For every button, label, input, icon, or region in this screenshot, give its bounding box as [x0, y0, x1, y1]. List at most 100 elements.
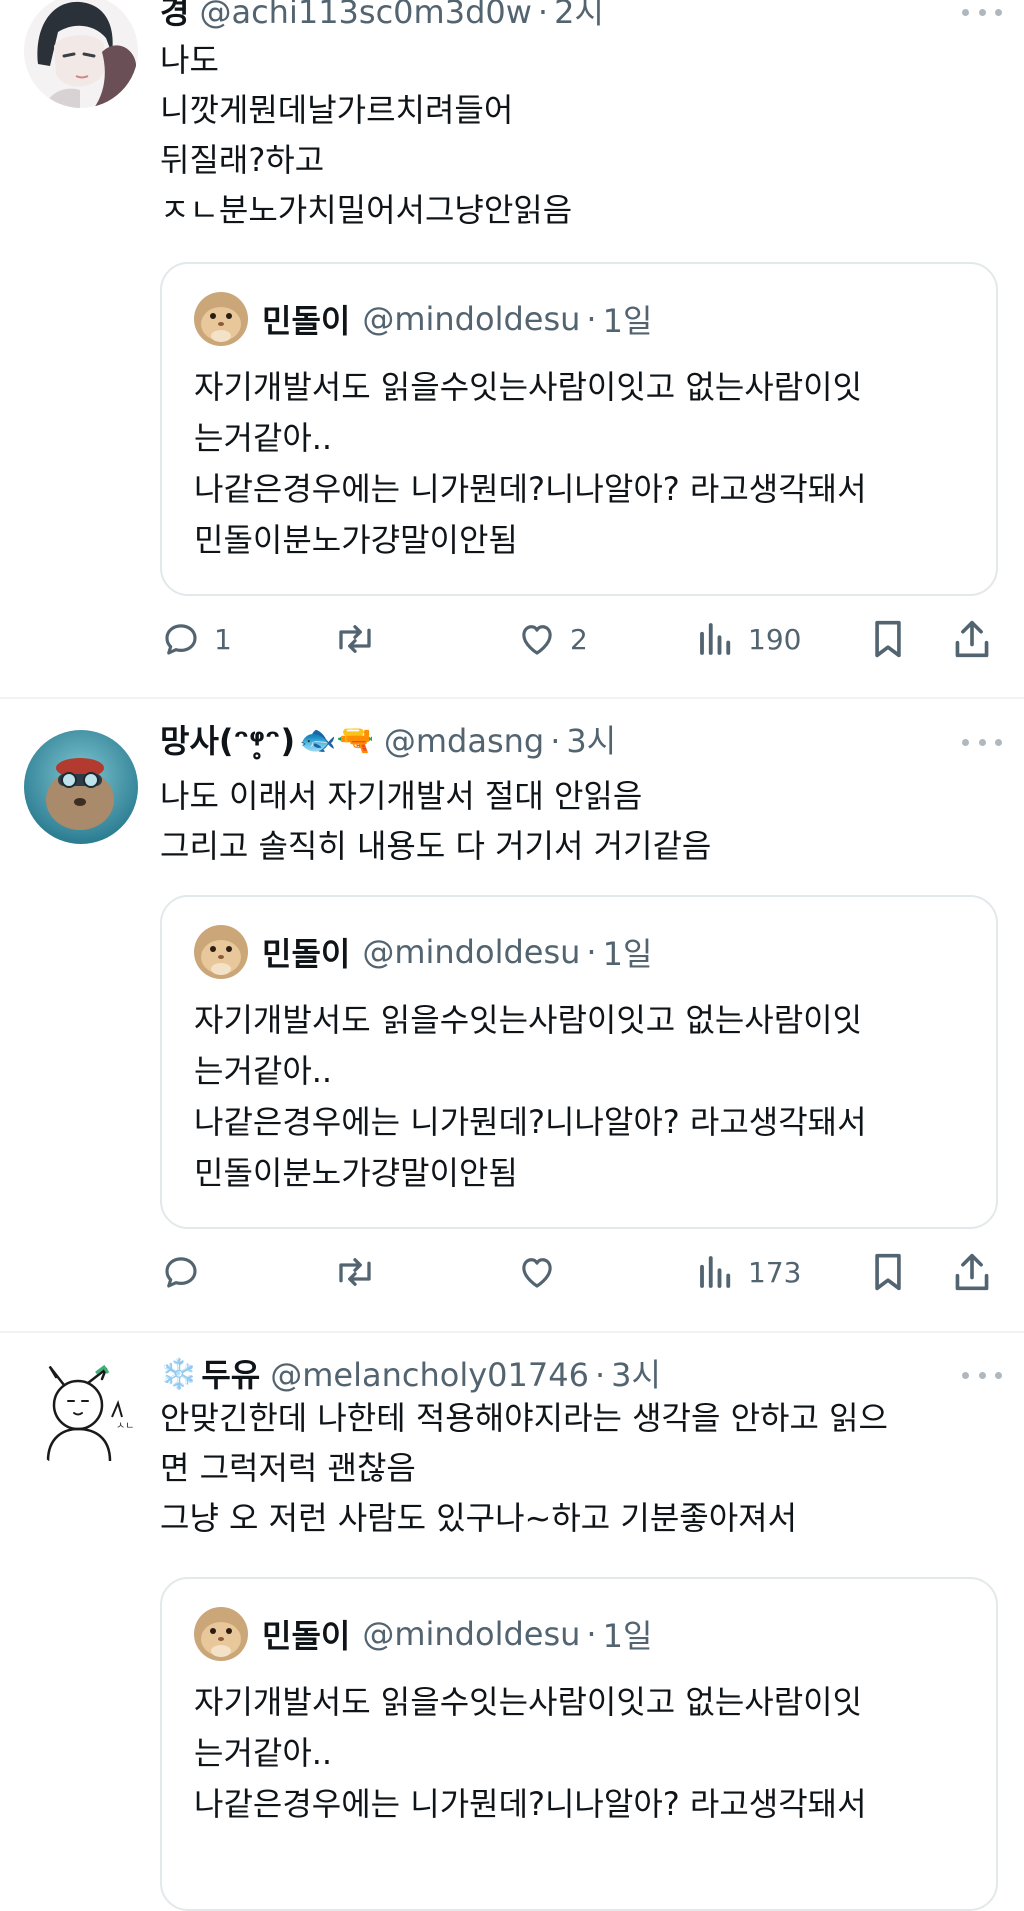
- share-icon: [955, 1253, 989, 1291]
- post-text-line: 그리고 솔직히 내용도 다 거기서 거기같음: [160, 827, 712, 865]
- post-text-line: ㅈㄴ분노가치밀어서그냥안읽음: [160, 191, 573, 229]
- hamster-avatar-image: [194, 292, 248, 346]
- quoted-post-header: 민돌이 @mindoldesu · 1일: [194, 292, 652, 346]
- bookmark-icon: [875, 1253, 901, 1291]
- quoted-text-line: 민돌이분노가걍말이안됨: [194, 1154, 518, 1192]
- action-bar: 1 2 190: [160, 614, 1000, 664]
- separator-dot: ·: [586, 1615, 597, 1653]
- author-name[interactable]: 경: [160, 0, 189, 34]
- post-text: 안맞긴한데 나한테 적용해야지라는 생각을 안하고 읽으 면 그럭저럭 괜찮음 …: [160, 1393, 1000, 1543]
- avatar[interactable]: ㅅㄴ: [24, 1357, 138, 1471]
- quoted-text-line: 는거같아..: [194, 1052, 333, 1090]
- share-button[interactable]: [952, 614, 992, 664]
- quoted-time[interactable]: 1일: [603, 296, 653, 342]
- views-icon: [700, 623, 731, 655]
- quoted-text-line: 자기개발서도 읽을수잇는사람이잇고 없는사람이잇: [194, 1683, 863, 1721]
- separator-dot: ·: [586, 300, 597, 338]
- separator-dot: ·: [550, 722, 561, 760]
- more-icon[interactable]: [962, 4, 1002, 20]
- author-name[interactable]: 두유: [201, 1353, 260, 1397]
- reply-button[interactable]: [160, 1247, 202, 1297]
- hamster-avatar-image: [194, 1607, 248, 1661]
- quoted-time[interactable]: 1일: [603, 929, 653, 975]
- like-count: 2: [570, 622, 588, 656]
- avatar[interactable]: [24, 0, 138, 108]
- post-text-line: 니깟게뭔데날가르치려들어: [160, 91, 514, 129]
- quoted-post-header: 민돌이 @mindoldesu · 1일: [194, 925, 652, 979]
- quoted-author-name[interactable]: 민돌이: [262, 296, 350, 342]
- views-button[interactable]: 190: [696, 614, 801, 664]
- more-icon[interactable]: [962, 734, 1002, 750]
- bookmark-icon: [875, 620, 901, 658]
- author-handle[interactable]: @melancholy01746: [270, 1353, 589, 1397]
- views-count: 173: [748, 1255, 802, 1289]
- quoted-text-line: 자기개발서도 읽을수잇는사람이잇고 없는사람이잇: [194, 1001, 863, 1039]
- quoted-avatar: [194, 1607, 248, 1661]
- author-handle[interactable]: @mdasng: [384, 719, 544, 763]
- post-text-line: 뒤질래?하고: [160, 141, 325, 179]
- quoted-post[interactable]: 민돌이 @mindoldesu · 1일 자기개발서도 읽을수잇는사람이잇고 없…: [160, 1577, 998, 1911]
- reply-count: 1: [214, 622, 232, 656]
- quoted-text-line: 나같은경우에는 니가뭔데?니나알아? 라고생각돼서: [194, 1103, 867, 1141]
- post-text: 나도 이래서 자기개발서 절대 안읽음 그리고 솔직히 내용도 다 거기서 거기…: [160, 771, 1000, 871]
- post-text-line: 나도: [160, 41, 219, 79]
- post-text-line: 그냥 오 저런 사람도 있구나~하고 기분좋아져서: [160, 1499, 798, 1537]
- post-header: 망사(ᵔᵠ̥ᵔ) 🐟🔫 @mdasng · 3시: [160, 719, 964, 763]
- quoted-author-handle[interactable]: @mindoldesu: [362, 1615, 580, 1653]
- share-button[interactable]: [952, 1247, 992, 1297]
- quoted-text: 자기개발서도 읽을수잇는사람이잇고 없는사람이잇 는거같아.. 나같은경우에는 …: [194, 995, 972, 1199]
- quoted-author-handle[interactable]: @mindoldesu: [362, 300, 580, 338]
- post-time[interactable]: 3시: [611, 1353, 661, 1397]
- quoted-post-header: 민돌이 @mindoldesu · 1일: [194, 1607, 652, 1661]
- avatar-anime-boy-image: [24, 0, 138, 108]
- bookmark-button[interactable]: [868, 1247, 908, 1297]
- quoted-avatar: [194, 292, 248, 346]
- post-text-line: 면 그럭저럭 괜찮음: [160, 1449, 416, 1487]
- repost-button[interactable]: [332, 1247, 378, 1297]
- repost-icon: [339, 1258, 371, 1286]
- post-header: 경 @achi113sc0m3d0w · 2시: [160, 0, 964, 34]
- like-button[interactable]: 2: [516, 614, 588, 664]
- post-time[interactable]: 2시: [554, 0, 604, 34]
- avatar-swimming-animal-image: [24, 730, 138, 844]
- repost-icon: [339, 625, 371, 653]
- post-2[interactable]: 망사(ᵔᵠ̥ᵔ) 🐟🔫 @mdasng · 3시 나도 이래서 자기개발서 절대…: [0, 699, 1024, 1331]
- quoted-text-line: 는거같아..: [194, 419, 333, 457]
- reply-button[interactable]: 1: [160, 614, 232, 664]
- author-name[interactable]: 망사(ᵔᵠ̥ᵔ): [160, 719, 295, 763]
- author-name-emoji: 🐟🔫: [299, 723, 374, 758]
- views-count: 190: [748, 622, 802, 656]
- post-time[interactable]: 3시: [566, 719, 616, 763]
- like-button[interactable]: [516, 1247, 558, 1297]
- quoted-text: 자기개발서도 읽을수잇는사람이잇고 없는사람이잇 는거같아.. 나같은경우에는 …: [194, 362, 972, 566]
- post-text-line: 안맞긴한데 나한테 적용해야지라는 생각을 안하고 읽으: [160, 1399, 888, 1437]
- quoted-text-line: 민돌이분노가걍말이안됨: [194, 521, 518, 559]
- avatar[interactable]: [24, 730, 138, 844]
- post-header: ❄️ 두유 @melancholy01746 · 3시: [160, 1353, 964, 1397]
- bookmark-button[interactable]: [868, 614, 908, 664]
- views-button[interactable]: 173: [696, 1247, 801, 1297]
- quoted-time[interactable]: 1일: [603, 1611, 653, 1657]
- svg-text:ㅅㄴ: ㅅㄴ: [116, 1421, 134, 1432]
- post-3[interactable]: ㅅㄴ ❄️ 두유 @melancholy01746 · 3시 안맞긴한데 나한테…: [0, 1333, 1024, 1911]
- quoted-author-name[interactable]: 민돌이: [262, 929, 350, 975]
- author-handle[interactable]: @achi113sc0m3d0w: [199, 0, 531, 34]
- quoted-post[interactable]: 민돌이 @mindoldesu · 1일 자기개발서도 읽을수잇는사람이잇고 없…: [160, 895, 998, 1229]
- quoted-post[interactable]: 민돌이 @mindoldesu · 1일 자기개발서도 읽을수잇는사람이잇고 없…: [160, 262, 998, 596]
- hamster-avatar-image: [194, 925, 248, 979]
- post-1[interactable]: 경 @achi113sc0m3d0w · 2시 나도 니깟게뭔데날가르치려들어 …: [0, 0, 1024, 698]
- separator-dot: ·: [537, 0, 549, 31]
- action-bar: 173: [160, 1247, 1000, 1297]
- more-icon[interactable]: [962, 1367, 1002, 1383]
- reply-icon: [165, 1257, 197, 1288]
- separator-dot: ·: [586, 933, 597, 971]
- repost-button[interactable]: [332, 614, 378, 664]
- quoted-author-name[interactable]: 민돌이: [262, 1611, 350, 1657]
- quoted-text-line: 나같은경우에는 니가뭔데?니나알아? 라고생각돼서: [194, 470, 867, 508]
- like-icon: [522, 1258, 552, 1288]
- share-icon: [955, 620, 989, 658]
- reply-icon: [165, 624, 197, 655]
- views-icon: [700, 1256, 731, 1288]
- quoted-avatar: [194, 925, 248, 979]
- quoted-author-handle[interactable]: @mindoldesu: [362, 933, 580, 971]
